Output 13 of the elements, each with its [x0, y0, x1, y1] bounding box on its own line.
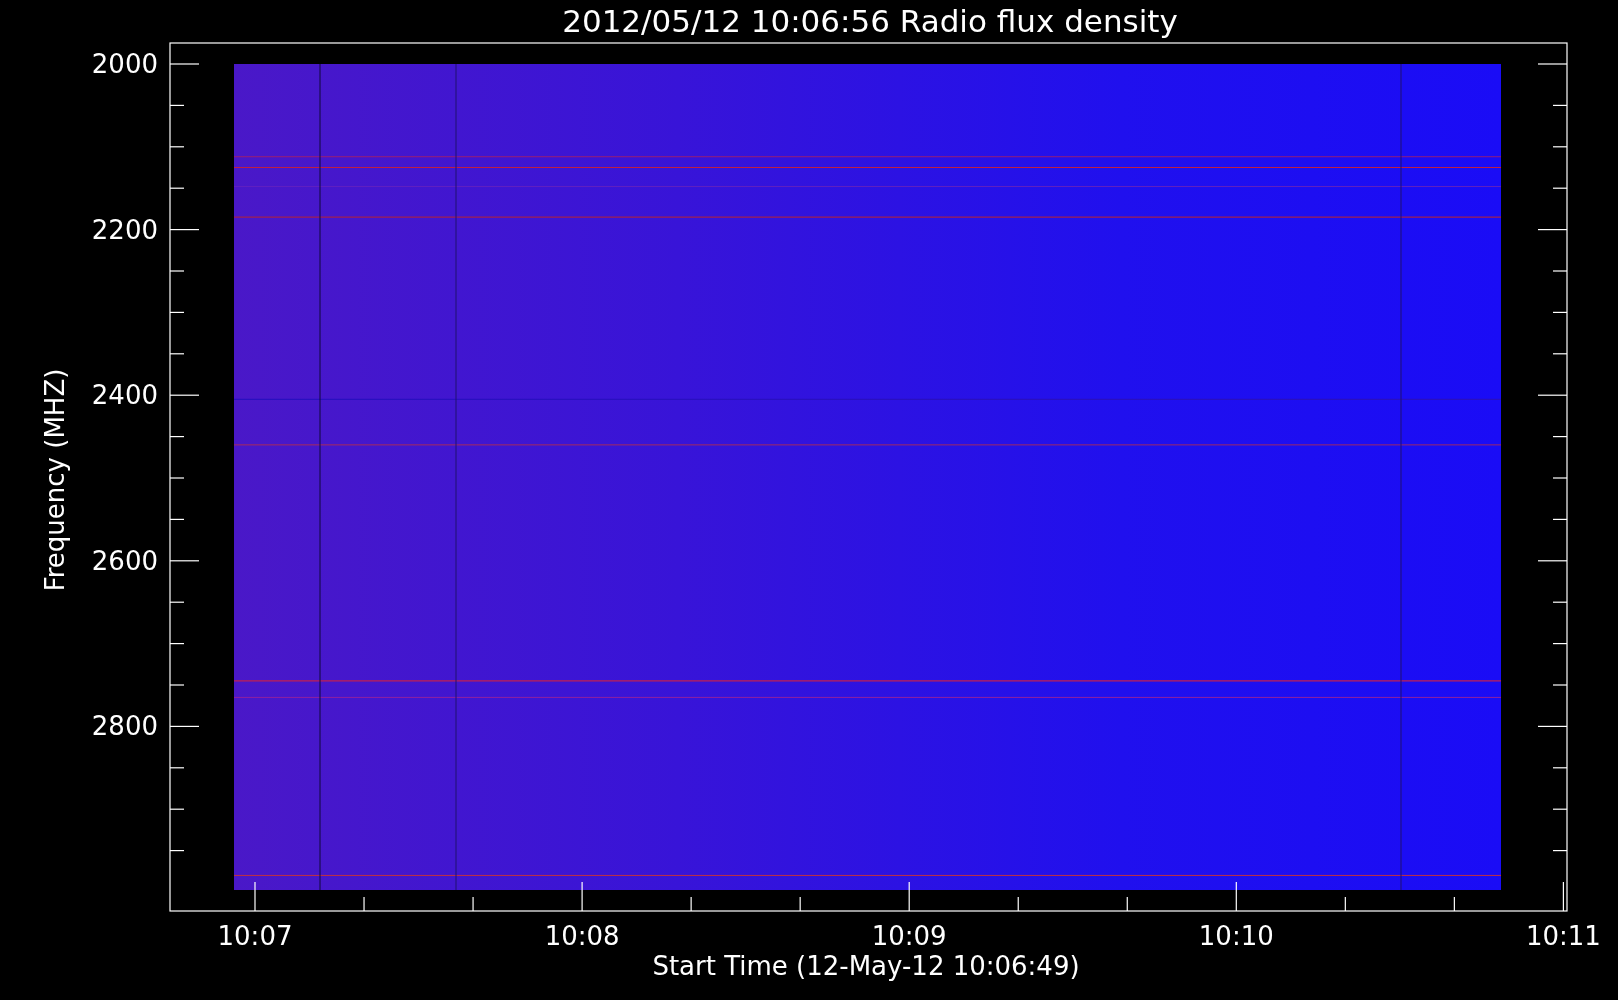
x-tick-label: 10:08: [544, 921, 620, 951]
y-tick-label: 2000: [91, 49, 158, 79]
y-axis-label: Frequency (MHZ): [40, 368, 70, 592]
x-axis-label: Start Time (12-May-12 10:06:49): [652, 951, 1080, 981]
y-tick-label: 2400: [91, 380, 158, 411]
x-tick-label: 10:11: [1525, 921, 1601, 951]
x-tick-label: 10:09: [871, 921, 947, 951]
y-tick-label: 2800: [91, 711, 158, 742]
y-tick-label: 2600: [91, 545, 158, 576]
y-tick-label: 2200: [91, 214, 158, 245]
x-tick-label: 10:10: [1198, 921, 1274, 951]
chart-title: 2012/05/12 10:06:56 Radio flux density: [562, 3, 1178, 39]
x-tick-label: 10:07: [217, 921, 293, 951]
